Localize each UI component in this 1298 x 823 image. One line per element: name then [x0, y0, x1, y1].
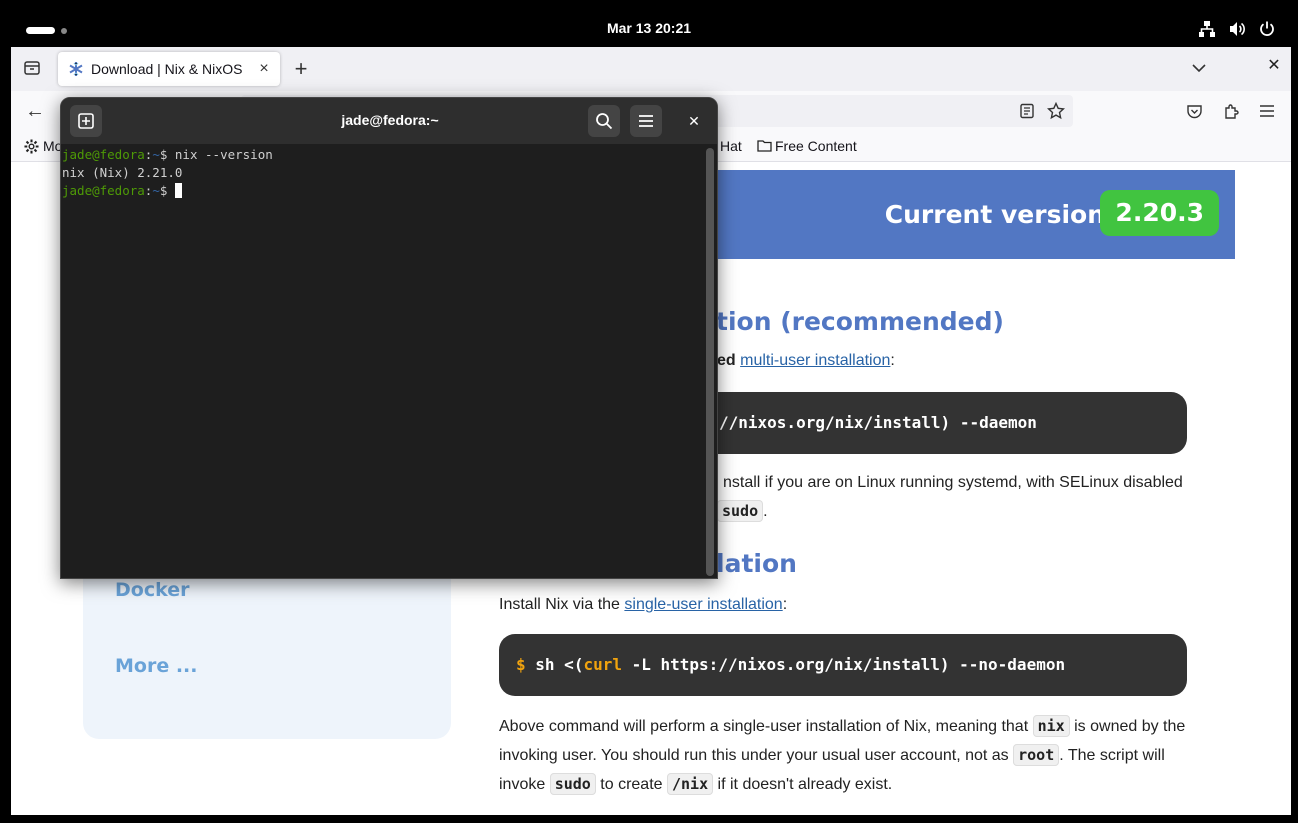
terminal-window: jade@fedora:~ ✕ jade@fedora:~$ nix --ver… [60, 97, 718, 579]
gnome-top-bar: Mar 13 20:21 [0, 0, 1298, 47]
terminal-output[interactable]: jade@fedora:~$ nix --version nix (Nix) 2… [62, 146, 702, 576]
tab-bar: Download | Nix & NixOS × + ✕ [11, 47, 1291, 91]
inline-code-root: root [1013, 744, 1060, 766]
close-icon[interactable]: ✕ [683, 110, 705, 132]
prompt-symbol: $ [159, 183, 175, 198]
system-status-area[interactable] [1198, 20, 1276, 38]
tab-close-icon[interactable]: × [256, 61, 272, 77]
terminal-scrollbar[interactable] [706, 148, 714, 576]
clock[interactable]: Mar 13 20:21 [0, 20, 1298, 36]
hamburger-menu-icon[interactable] [630, 105, 662, 137]
desc-text: if it doesn't already exist. [713, 776, 893, 793]
single-user-intro: Install Nix via the single-user installa… [499, 591, 787, 619]
multi-user-intro: ed multi-user installation: [717, 347, 895, 375]
cmd-curl: curl [583, 655, 622, 674]
single-user-heading: lation [716, 549, 797, 578]
inline-code-nix: nix [1032, 715, 1070, 737]
multi-user-command-block[interactable]: //nixos.org/nix/install) --daemon [651, 392, 1187, 454]
cmd-pre: sh <( [535, 655, 584, 674]
power-icon [1258, 20, 1276, 38]
intro-text: Install Nix via the [499, 596, 625, 613]
bookmark-star-icon[interactable] [1047, 101, 1065, 120]
prompt-user: jade@fedora [62, 183, 145, 198]
desc-text: Above command will perform a single-user… [499, 718, 1033, 735]
multi-user-heading: tion (recommended) [716, 307, 1004, 336]
single-user-description: Above command will perform a single-user… [499, 712, 1199, 799]
multi-user-note-cont: sudo. [717, 497, 768, 526]
gear-icon [24, 139, 39, 154]
single-user-command-block[interactable]: $ sh <(curl -L https://nixos.org/nix/ins… [499, 634, 1187, 696]
hamburger-menu-icon[interactable] [1259, 104, 1275, 118]
tab-title: Download | Nix & NixOS [91, 61, 243, 77]
volume-icon [1228, 20, 1246, 38]
sidebar-item-docker[interactable]: Docker [115, 579, 189, 601]
extensions-puzzle-icon[interactable] [1223, 103, 1240, 120]
multi-user-note: nstall if you are on Linux running syste… [723, 474, 1183, 491]
nix-snowflake-icon [68, 61, 84, 77]
cmd-post: -L https://nixos.org/nix/install) --no-d… [621, 655, 1066, 674]
intro-colon: : [890, 352, 895, 369]
folder-icon [757, 139, 772, 152]
desc-text: to create [595, 776, 667, 793]
bookmark-free-content[interactable]: Free Content [775, 138, 857, 154]
network-icon [1198, 20, 1216, 38]
single-user-installation-link[interactable]: single-user installation [624, 596, 782, 613]
inline-code-sudo: sudo [717, 500, 764, 522]
version-badge: 2.20.3 [1100, 190, 1219, 236]
intro-colon: : [782, 596, 788, 613]
terminal-line: jade@fedora:~$ nix --version [62, 146, 702, 164]
prompt-path: ~ [152, 183, 160, 198]
back-arrow-icon[interactable]: ← [25, 101, 45, 121]
inline-code-sudo: sudo [549, 773, 596, 795]
new-tab-button[interactable]: + [291, 58, 311, 80]
sidebar-item-more[interactable]: More ... [115, 655, 198, 677]
command-text: $ nix --version [159, 147, 273, 162]
current-version-label: Current version [884, 200, 1105, 229]
pocket-icon[interactable] [1186, 103, 1203, 120]
bookmark-red-hat[interactable]: Hat [720, 138, 742, 154]
prompt-user: jade@fedora [62, 147, 145, 162]
tab-download-nix[interactable]: Download | Nix & NixOS × [58, 52, 280, 86]
terminal-line: nix (Nix) 2.21.0 [62, 165, 183, 180]
intro-bold-fragment: ed [717, 352, 736, 369]
period: . [763, 503, 768, 520]
chevron-down-icon[interactable] [1191, 60, 1207, 76]
prompt-path: ~ [152, 147, 160, 162]
text-cursor [174, 183, 182, 198]
reader-view-icon[interactable] [1019, 103, 1035, 119]
firefox-view-icon[interactable] [23, 59, 41, 77]
terminal-header-bar: jade@fedora:~ ✕ [61, 98, 717, 144]
terminal-line: jade@fedora:~$ [62, 182, 702, 200]
prompt-dollar: $ [516, 655, 526, 674]
inline-code-nix-path: /nix [666, 773, 714, 795]
window-close-icon[interactable]: ✕ [1266, 58, 1282, 74]
multi-user-installation-link[interactable]: multi-user installation [740, 352, 890, 369]
search-icon[interactable] [588, 105, 620, 137]
